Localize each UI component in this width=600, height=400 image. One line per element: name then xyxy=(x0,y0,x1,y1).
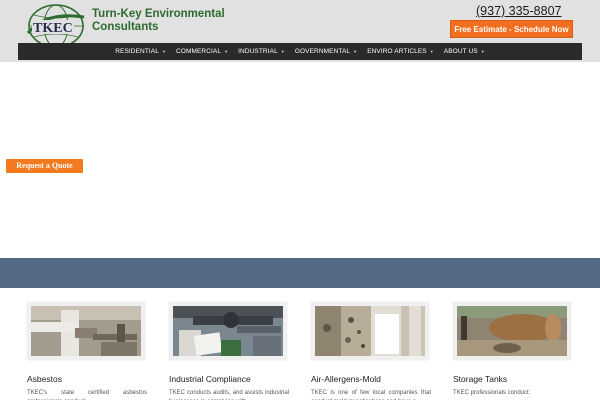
moldy-wall-photo[interactable] xyxy=(311,302,429,360)
caret-down-icon: ▼ xyxy=(280,49,285,54)
page: TKEC Turn-Key Environmental Consultants … xyxy=(0,0,600,400)
nav-item-label: INDUSTRIAL xyxy=(238,48,278,55)
brand-name[interactable]: Turn-Key Environmental Consultants xyxy=(92,8,225,34)
nav-item-label: COMMERCIAL xyxy=(176,48,222,55)
free-estimate-button[interactable]: Free Estimate - Schedule Now xyxy=(450,20,573,38)
service-title[interactable]: Asbestos xyxy=(27,374,149,384)
removed-tank-image xyxy=(457,306,567,356)
hero-section: Request a Quote xyxy=(0,62,600,258)
nav-item-about-us[interactable]: ABOUT US ▼ xyxy=(439,48,490,55)
nav-item-label: GOVERNMENTAL xyxy=(294,48,351,55)
site-header: TKEC Turn-Key Environmental Consultants … xyxy=(0,0,600,62)
nav-item-governmental[interactable]: GOVERNMENTAL ▼ xyxy=(290,48,362,55)
phone-link[interactable]: (937) 335-8807 xyxy=(476,4,561,18)
service-card-storage-tanks: Storage Tanks TKEC professionals conduct… xyxy=(453,302,575,398)
service-text: TKEC's state certified asbestos professi… xyxy=(27,390,147,400)
pipe-insulation-image xyxy=(31,306,141,356)
service-text: TKEC professionals conduct: xyxy=(453,390,531,396)
service-card-industrial-compliance: Industrial Compliance TKEC conducts audi… xyxy=(169,302,291,400)
brand-name-line1: Turn-Key Environmental xyxy=(92,8,225,20)
service-card-air-allergens-mold: Air-Allergens-Mold TKEC is one of few lo… xyxy=(311,302,433,400)
brand-name-line2: Consultants xyxy=(92,21,159,33)
caret-down-icon: ▼ xyxy=(161,49,167,54)
service-title[interactable]: Storage Tanks xyxy=(453,374,575,384)
caret-down-icon: ▼ xyxy=(224,49,229,54)
caret-down-icon: ▼ xyxy=(429,49,434,54)
nav-item-enviro-articles[interactable]: ENVIRO ARTICLES ▼ xyxy=(362,48,439,55)
service-card-asbestos: Asbestos TKEC's state certified asbestos… xyxy=(27,302,149,400)
service-text: TKEC conducts audits, and assists indust… xyxy=(169,390,289,400)
inspector-clipboard-image xyxy=(173,306,283,356)
pipe-insulation-photo[interactable] xyxy=(27,302,145,360)
service-title[interactable]: Air-Allergens-Mold xyxy=(311,374,433,384)
nav-item-residential[interactable]: RESIDENTIAL ▼ xyxy=(110,48,171,55)
nav-item-label: ENVIRO ARTICLES xyxy=(367,48,427,55)
nav-item-label: ABOUT US xyxy=(443,48,478,55)
main-nav: RESIDENTIAL ▼ COMMERCIAL ▼ INDUSTRIAL ▼ GOV… xyxy=(18,43,582,60)
moldy-wall-image xyxy=(315,306,425,356)
nav-item-label: RESIDENTIAL xyxy=(115,48,159,55)
nav-item-commercial[interactable]: COMMERCIAL ▼ xyxy=(171,48,233,55)
services-section: Asbestos TKEC's state certified asbestos… xyxy=(0,288,600,400)
caret-down-icon: ▼ xyxy=(480,49,485,54)
caret-down-icon: ▼ xyxy=(353,49,358,54)
service-title[interactable]: Industrial Compliance xyxy=(169,374,291,384)
removed-tank-photo[interactable] xyxy=(453,302,571,360)
nav-item-industrial[interactable]: INDUSTRIAL ▼ xyxy=(233,48,290,55)
inspector-clipboard-photo[interactable] xyxy=(169,302,287,360)
request-quote-button[interactable]: Request a Quote xyxy=(6,159,83,173)
divider-band xyxy=(0,258,600,288)
logo-text: TKEC xyxy=(33,21,73,36)
service-text: TKEC is one of few local companies that … xyxy=(311,390,431,400)
